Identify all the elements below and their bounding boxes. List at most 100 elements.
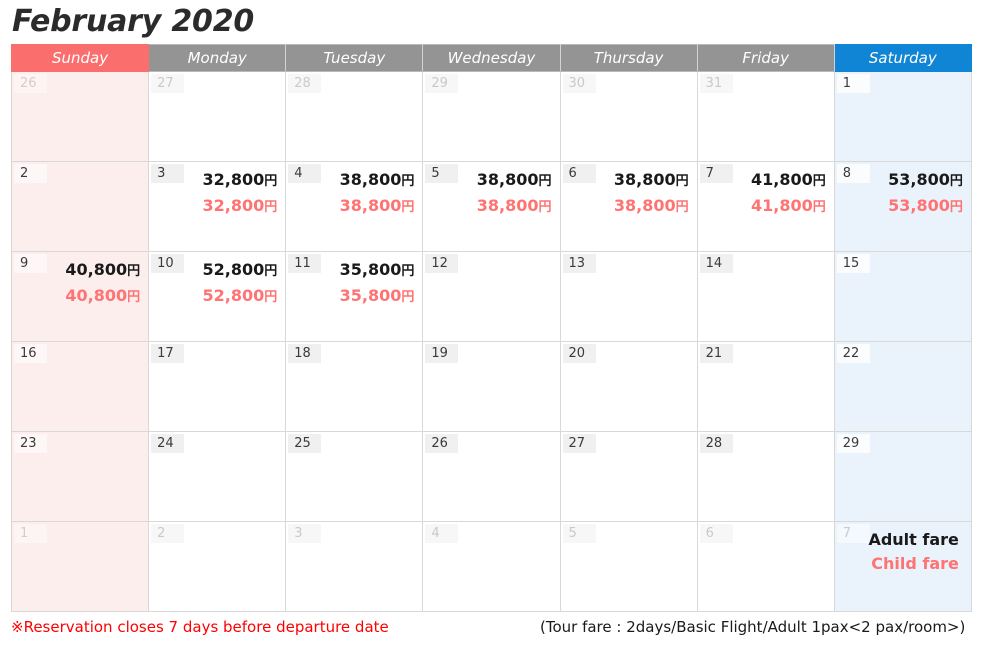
calendar-day-cell: 24 bbox=[148, 431, 287, 522]
child-fare: 53,800円 bbox=[888, 196, 963, 215]
adult-fare: 38,800円 bbox=[476, 170, 552, 189]
calendar-day-cell: 29 bbox=[833, 431, 972, 522]
calendar-day-cell[interactable]: 5 38,800円 38,800円 bbox=[422, 161, 561, 252]
calendar-day-cell[interactable]: 8 53,800円 53,800円 bbox=[833, 161, 972, 252]
day-number: 3 bbox=[288, 524, 322, 543]
page-title: February 2020 bbox=[12, 4, 255, 39]
adult-fare: 52,800円 bbox=[202, 260, 278, 279]
child-fare: 35,800円 bbox=[339, 286, 415, 305]
calendar-day-cell: 29 bbox=[422, 71, 561, 162]
day-number: 1 bbox=[14, 524, 47, 543]
calendar-day-cell: 26 bbox=[422, 431, 561, 522]
day-number: 24 bbox=[151, 434, 185, 453]
calendar-week-row: 1 2 3 4 5 6 7 Adult fare Child fare bbox=[10, 521, 972, 612]
calendar-day-cell[interactable]: 3 32,800円 32,800円 bbox=[148, 161, 287, 252]
day-number: 7 bbox=[699, 164, 733, 183]
weekday-header-saturday: Saturday bbox=[833, 44, 972, 72]
calendar-week-row: 23 24 25 26 27 28 29 bbox=[10, 431, 972, 522]
fare-block: 32,800円 32,800円 bbox=[202, 168, 277, 220]
weekday-header-monday: Monday bbox=[148, 44, 287, 72]
calendar-day-cell: 14 bbox=[696, 251, 835, 342]
calendar-day-cell: 22 bbox=[833, 341, 972, 432]
day-number: 26 bbox=[14, 74, 47, 93]
weekday-header-friday: Friday bbox=[696, 44, 835, 72]
day-number: 7 bbox=[836, 524, 870, 543]
day-number: 28 bbox=[699, 434, 733, 453]
calendar-day-cell: 25 bbox=[285, 431, 424, 522]
calendar-day-cell: 19 bbox=[422, 341, 561, 432]
calendar-day-cell: 28 bbox=[285, 71, 424, 162]
calendar-day-cell: 2 bbox=[10, 161, 150, 252]
day-number: 4 bbox=[425, 524, 459, 543]
adult-fare: 53,800円 bbox=[888, 170, 963, 189]
day-number: 5 bbox=[562, 524, 596, 543]
fare-legend: Adult fare Child fare bbox=[868, 528, 958, 576]
calendar-day-cell: 13 bbox=[559, 251, 698, 342]
day-number: 9 bbox=[14, 254, 47, 273]
day-number: 2 bbox=[151, 524, 185, 543]
day-number: 5 bbox=[425, 164, 459, 183]
day-number: 15 bbox=[836, 254, 870, 273]
fare-block: 38,800円 38,800円 bbox=[477, 168, 552, 220]
calendar-day-cell: 30 bbox=[559, 71, 698, 162]
fare-block: 40,800円 40,800円 bbox=[65, 258, 140, 310]
calendar-day-cell: 5 bbox=[559, 521, 698, 612]
calendar-day-cell: 31 bbox=[696, 71, 835, 162]
adult-fare: 38,800円 bbox=[613, 170, 689, 189]
fare-block: 38,800円 38,800円 bbox=[614, 168, 689, 220]
day-number: 3 bbox=[151, 164, 185, 183]
calendar-week-row: 16 17 18 19 20 21 22 bbox=[10, 341, 972, 432]
child-fare: 38,800円 bbox=[339, 196, 415, 215]
calendar-day-cell: 27 bbox=[559, 431, 698, 522]
day-number: 6 bbox=[562, 164, 596, 183]
day-number: 10 bbox=[151, 254, 185, 273]
calendar-container: Sunday Monday Tuesday Wednesday Thursday Frid… bbox=[10, 44, 972, 612]
day-number: 29 bbox=[425, 74, 459, 93]
fare-block: 35,800円 35,800円 bbox=[340, 258, 415, 310]
calendar-day-cell[interactable]: 10 52,800円 52,800円 bbox=[148, 251, 287, 342]
calendar-day-cell: 4 bbox=[422, 521, 561, 612]
day-number: 16 bbox=[14, 344, 47, 363]
day-number: 8 bbox=[836, 164, 870, 183]
calendar-page: February 2020 Sunday Monday Tuesday Wednesd… bbox=[0, 0, 981, 650]
child-fare: 38,800円 bbox=[613, 196, 689, 215]
calendar-day-cell: 28 bbox=[696, 431, 835, 522]
child-fare: 41,800円 bbox=[750, 196, 826, 215]
day-number: 30 bbox=[562, 74, 596, 93]
day-number: 31 bbox=[699, 74, 733, 93]
calendar-day-cell: 16 bbox=[10, 341, 150, 432]
calendar-day-cell: 3 bbox=[285, 521, 424, 612]
fare-block: 52,800円 52,800円 bbox=[202, 258, 277, 310]
fare-calendar-table: Sunday Monday Tuesday Wednesday Thursday Frid… bbox=[10, 44, 972, 612]
calendar-day-cell[interactable]: 4 38,800円 38,800円 bbox=[285, 161, 424, 252]
child-fare: 40,800円 bbox=[65, 286, 141, 305]
day-number: 19 bbox=[425, 344, 459, 363]
calendar-day-cell[interactable]: 6 38,800円 38,800円 bbox=[559, 161, 698, 252]
calendar-day-cell: 6 bbox=[696, 521, 835, 612]
calendar-day-cell[interactable]: 9 40,800円 40,800円 bbox=[10, 251, 150, 342]
day-number: 18 bbox=[288, 344, 322, 363]
fare-block: 38,800円 38,800円 bbox=[340, 168, 415, 220]
weekday-header-sunday: Sunday bbox=[10, 44, 150, 72]
weekday-header-tuesday: Tuesday bbox=[285, 44, 424, 72]
calendar-day-cell: 27 bbox=[148, 71, 287, 162]
legend-child-label: Child fare bbox=[871, 554, 959, 573]
day-number: 28 bbox=[288, 74, 322, 93]
child-fare: 38,800円 bbox=[476, 196, 552, 215]
day-number: 21 bbox=[699, 344, 733, 363]
day-number: 27 bbox=[151, 74, 185, 93]
fare-block: 41,800円 41,800円 bbox=[751, 168, 826, 220]
day-number: 11 bbox=[288, 254, 322, 273]
calendar-day-cell[interactable]: 7 41,800円 41,800円 bbox=[696, 161, 835, 252]
calendar-day-cell: 1 bbox=[833, 71, 972, 162]
fare-conditions-note: (Tour fare : 2days/Basic Flight/Adult 1p… bbox=[540, 618, 966, 636]
day-number: 1 bbox=[836, 74, 870, 93]
calendar-day-cell[interactable]: 11 35,800円 35,800円 bbox=[285, 251, 424, 342]
day-number: 12 bbox=[425, 254, 459, 273]
adult-fare: 41,800円 bbox=[750, 170, 826, 189]
reservation-note: ※Reservation closes 7 days before depart… bbox=[11, 618, 389, 636]
calendar-day-cell: 21 bbox=[696, 341, 835, 432]
day-number: 29 bbox=[836, 434, 870, 453]
child-fare: 52,800円 bbox=[202, 286, 278, 305]
day-number: 26 bbox=[425, 434, 459, 453]
